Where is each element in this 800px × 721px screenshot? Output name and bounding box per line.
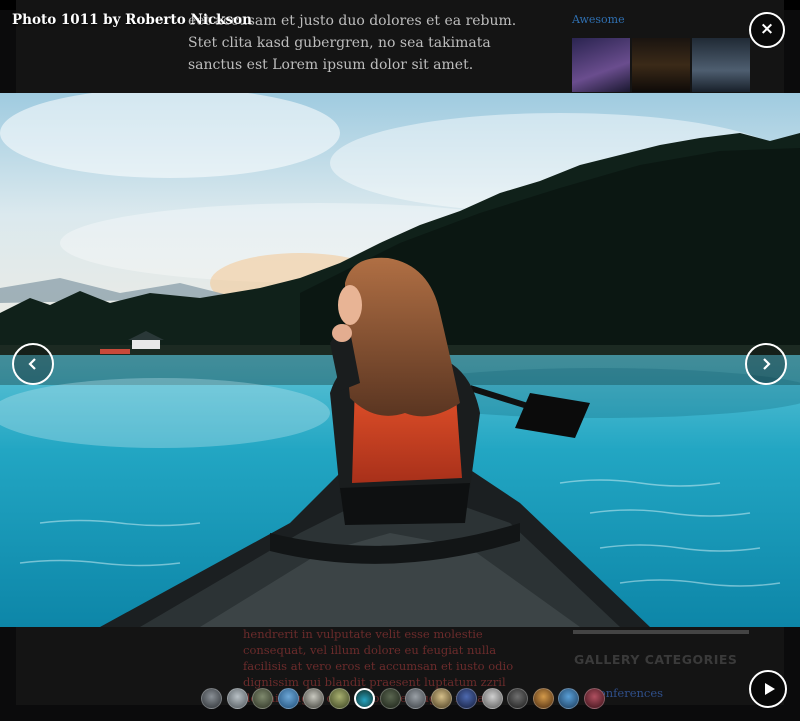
thumbnail[interactable] <box>583 688 605 709</box>
thumbnail[interactable] <box>201 688 222 709</box>
thumbnail[interactable] <box>405 688 426 709</box>
chevron-right-icon <box>763 358 771 370</box>
thumbnail[interactable] <box>379 688 401 709</box>
close-button[interactable]: × <box>749 12 785 48</box>
thumbnail-active[interactable] <box>354 688 375 709</box>
thumbnail[interactable] <box>558 688 579 709</box>
next-photo-button[interactable] <box>745 343 787 385</box>
thumbnail-strip <box>201 688 605 710</box>
sidebar-divider <box>573 630 749 634</box>
thumbnail[interactable] <box>328 688 350 709</box>
sidebar-thumbnail[interactable] <box>572 38 630 92</box>
thumbnail[interactable] <box>456 688 477 709</box>
previous-photo-button[interactable] <box>12 343 54 385</box>
sidebar-thumbnail[interactable] <box>632 38 690 92</box>
thumbnail[interactable] <box>430 688 452 709</box>
gallery-categories-heading: GALLERY CATEGORIES <box>574 652 738 667</box>
thumbnail[interactable] <box>226 688 248 709</box>
lightbox-screen: eet accusam et justo duo dolores et ea r… <box>0 0 800 721</box>
thumbnail[interactable] <box>303 688 324 709</box>
close-icon: × <box>759 19 775 39</box>
thumbnail[interactable] <box>532 688 554 709</box>
sidebar-link[interactable]: Awesome <box>572 13 625 26</box>
photo-caption: Photo 1011 by Roberto Nickson <box>12 12 252 28</box>
thumbnail[interactable] <box>252 688 273 709</box>
chevron-left-icon <box>28 358 36 370</box>
sidebar-thumbnail[interactable] <box>692 38 750 92</box>
slideshow-play-button[interactable] <box>749 670 787 708</box>
play-icon <box>765 683 775 695</box>
lightbox-photo <box>0 93 800 627</box>
thumbnail[interactable] <box>481 688 503 709</box>
thumbnail[interactable] <box>507 688 528 709</box>
thumbnail[interactable] <box>277 688 299 709</box>
sidebar-thumbnails <box>572 38 750 92</box>
